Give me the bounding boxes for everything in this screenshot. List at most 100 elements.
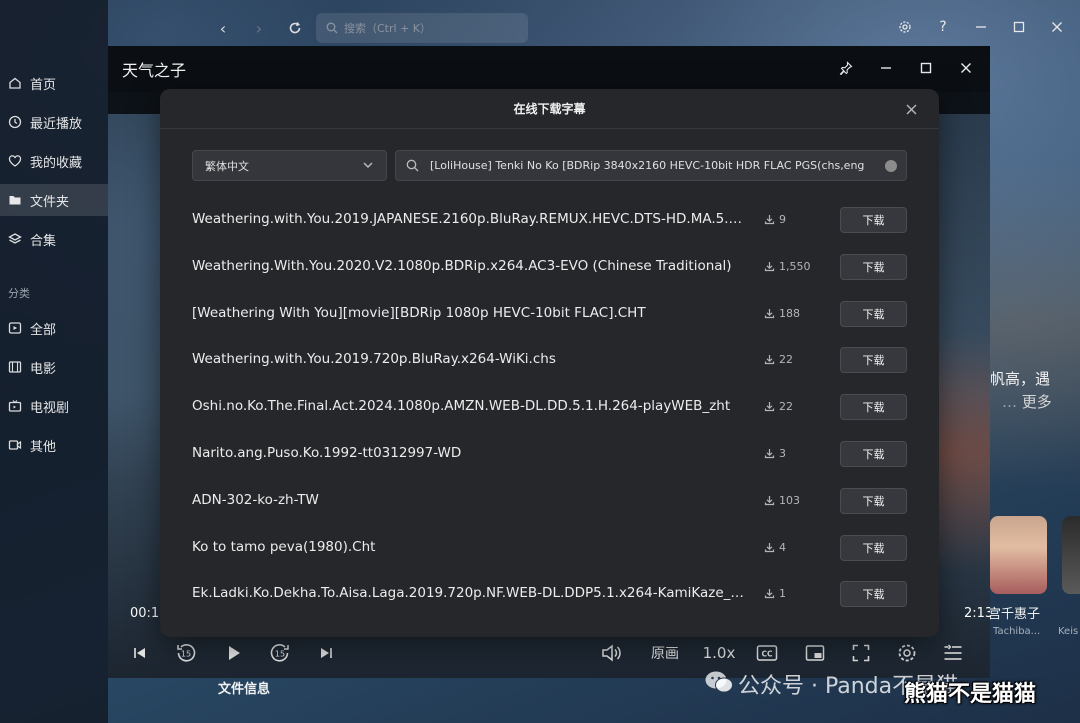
download-button[interactable]: 下载 [840,347,907,374]
forward-button[interactable]: › [250,16,268,40]
global-search-input[interactable]: 搜索（Ctrl + K） [316,13,528,43]
subtitle-download-dialog: 在线下载字幕 繁体中文 [LoliHouse] Tenki No Ko [BDR… [160,89,939,637]
skip-next-icon [321,648,332,658]
sidebar-item-collections[interactable]: 合集 [0,223,108,255]
rewind-15-icon: 15 [177,644,196,662]
minimize-button[interactable] [972,16,990,38]
download-icon [764,588,779,599]
search-icon [326,22,338,34]
subtitle-result-row[interactable]: [Weathering With You][movie][BDRip 1080p… [160,291,939,337]
download-count-value: 1 [779,587,786,601]
download-button[interactable]: 下载 [840,441,907,467]
sidebar-item-label: 全部 [30,322,57,338]
subtitle-result-row[interactable]: Ko to tamo peva(1980).Cht 4 下载 [160,525,939,571]
cast-avatar[interactable] [990,516,1047,594]
download-icon [764,448,779,459]
playlist-button[interactable] [942,640,964,666]
download-count: 9 [764,213,786,226]
subtitle-file-name: ADN-302-ko-zh-TW [192,491,319,508]
sidebar-item-label: 我的收藏 [30,155,83,171]
gear-icon [899,21,911,33]
picture-in-picture-button[interactable] [804,640,826,666]
maximize-icon [920,62,932,74]
cast-avatar[interactable] [1062,516,1080,594]
subtitle-file-name: [Weathering With You][movie][BDRip 1080p… [192,304,646,321]
download-icon [764,308,779,319]
download-count: 22 [764,353,793,366]
player-settings-button[interactable] [896,640,918,666]
search-placeholder: 搜索（Ctrl + K） [344,22,431,35]
subtitle-search-input[interactable]: [LoliHouse] Tenki No Ko [BDRip 3840x2160… [395,150,907,181]
subtitle-file-name: Weathering.with.You.2019.JAPANESE.2160p.… [192,211,747,227]
window-controls: ? [896,16,1066,38]
sidebar-item-label: 电视剧 [30,400,70,416]
sidebar-item-other[interactable]: 其他 [0,429,108,461]
subtitle-result-row[interactable]: Weathering.with.You.2019.JAPANESE.2160p.… [160,197,939,243]
back-button[interactable]: ‹ [214,16,232,40]
download-button[interactable]: 下载 [840,534,907,561]
fullscreen-button[interactable] [850,640,872,666]
sidebar-item-folder[interactable]: 文件夹 [0,184,108,216]
forward-15-button[interactable]: 15 [268,640,292,666]
download-button[interactable]: 下载 [840,253,907,280]
volume-button[interactable] [600,640,624,666]
cast-role: Keis [1058,626,1079,637]
sidebar-item-tv[interactable]: 电视剧 [0,390,108,422]
download-count: 1 [764,587,786,600]
subtitle-result-row[interactable]: Ek.Ladki.Ko.Dekha.To.Aisa.Laga.2019.720p… [160,571,939,617]
player-minimize-button[interactable] [876,58,896,78]
refresh-button[interactable] [286,16,304,40]
download-icon [764,261,779,272]
sidebar-item-favorites[interactable]: 我的收藏 [0,145,108,177]
download-count: 4 [764,541,786,554]
next-button[interactable] [316,640,336,666]
sidebar-item-recent[interactable]: 最近播放 [0,106,108,138]
more-link[interactable]: … 更多 [1002,391,1052,412]
subtitle-result-row[interactable]: Narito.ang.Puso.Ko.1992-tt0312997-WD 3 下载 [160,431,939,477]
speed-button[interactable]: 1.0x [702,640,736,666]
minimize-icon [881,67,891,69]
sidebar-item-all[interactable]: 全部 [0,312,108,344]
dialog-close-button[interactable] [901,99,921,119]
download-button[interactable]: 下载 [840,207,907,233]
file-info-heading: 文件信息 [218,682,271,697]
maximize-button[interactable] [1010,16,1028,38]
download-button[interactable]: 下载 [840,394,907,421]
download-button[interactable]: 下载 [840,581,907,608]
download-count-value: 103 [779,493,800,507]
pin-button[interactable] [836,58,856,78]
player-window-controls [836,58,976,78]
sidebar-item-home[interactable]: 首页 [0,67,108,99]
time-total: 2:13 [964,606,990,621]
player-maximize-button[interactable] [916,58,936,78]
subtitle-result-row[interactable]: Weathering.with.You.2019.720p.BluRay.x26… [160,337,939,383]
language-select[interactable]: 繁体中文 [192,150,387,181]
sidebar-section-label: 分类 [8,287,30,300]
clear-input-button[interactable] [885,160,897,172]
subtitle-result-row[interactable]: Oshi.no.Ko.The.Final.Act.2024.1080p.AMZN… [160,384,939,430]
close-button[interactable] [1048,16,1066,38]
rewind-15-button[interactable]: 15 [174,640,198,666]
previous-button[interactable] [130,640,150,666]
svg-text:CC: CC [761,650,773,659]
synopsis-text: 帆高，遇 [990,370,1051,388]
subtitle-file-name: Weathering.with.You.2019.720p.BluRay.x26… [192,351,556,368]
subtitle-file-name: Narito.ang.Puso.Ko.1992-tt0312997-WD [192,445,462,461]
subtitles-button[interactable]: CC [756,640,778,666]
player-close-button[interactable] [956,58,976,78]
help-button[interactable]: ? [934,16,952,38]
subtitle-result-row[interactable]: ADN-302-ko-zh-TW 103 下载 [160,478,939,524]
download-button[interactable]: 下载 [840,487,907,514]
subtitle-result-row[interactable]: Weathering.With.You.2020.V2.1080p.BDRip.… [160,244,939,290]
quality-button[interactable]: 原画 [648,640,682,666]
sidebar-item-label: 首页 [30,77,57,93]
sidebar: 首页 最近播放 我的收藏 文件夹 合集 分类 全部 电影 电视剧 其他 [0,0,108,723]
settings-button[interactable] [896,16,914,38]
play-button[interactable] [224,640,244,666]
sidebar-item-movies[interactable]: 电影 [0,351,108,383]
download-button[interactable]: 下载 [840,300,907,327]
player-title: 天气之子 [122,61,187,80]
film-icon [8,360,22,374]
sidebar-item-label: 其他 [30,439,57,455]
download-count-value: 22 [779,400,793,414]
